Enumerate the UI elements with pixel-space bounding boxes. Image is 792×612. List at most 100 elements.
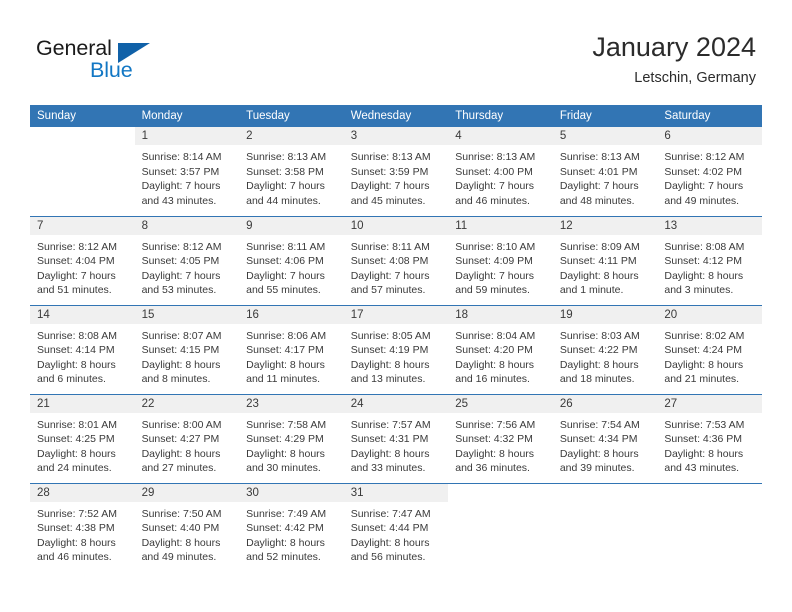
day-number: 22 xyxy=(134,394,240,413)
sunset-text: Sunset: 4:29 PM xyxy=(246,433,324,445)
daylight-text-line1: Daylight: 7 hours xyxy=(455,269,535,282)
sunset-text: Sunset: 4:20 PM xyxy=(455,344,533,356)
calendar-day-cell[interactable]: 27 Sunrise: 7:53 AM Sunset: 4:36 PM Dayligh… xyxy=(657,393,762,483)
daylight-text-line2: and 49 minutes. xyxy=(664,194,740,207)
day-number xyxy=(30,127,135,145)
sunset-text: Sunset: 3:59 PM xyxy=(350,165,429,178)
day-number: 7 xyxy=(30,216,135,235)
calendar-day-cell[interactable]: 31 Sunrise: 7:47 AM Sunset: 4:44 PM Dayligh… xyxy=(343,482,449,572)
day-number: 25 xyxy=(448,394,553,413)
calendar-day-cell[interactable]: 12 Sunrise: 8:09 AM Sunset: 4:11 PM Dayligh… xyxy=(552,215,658,305)
daylight-text-line1: Daylight: 7 hours xyxy=(141,180,221,192)
calendar-day-cell[interactable]: 30 Sunrise: 7:49 AM Sunset: 4:42 PM Dayligh… xyxy=(239,482,344,572)
calendar-day-cell[interactable]: 25 Sunrise: 7:56 AM Sunset: 4:32 PM Dayligh… xyxy=(448,393,553,483)
sunset-text: Sunset: 4:12 PM xyxy=(664,255,743,267)
day-sun-info: Sunrise: 8:11 AM Sunset: 4:08 PM Daylight:… xyxy=(344,235,449,298)
daylight-text-line2: and 55 minutes. xyxy=(246,284,321,296)
calendar-day-cell[interactable]: 2 Sunrise: 8:13 AM Sunset: 3:58 PM Daylight… xyxy=(239,127,344,216)
day-number: 29 xyxy=(134,483,240,502)
daylight-text-line1: Daylight: 8 hours xyxy=(455,447,535,460)
calendar-day-cell[interactable]: 3 Sunrise: 8:13 AM Sunset: 3:59 PM Daylight… xyxy=(343,127,449,216)
calendar-day-cell[interactable]: 21 Sunrise: 8:01 AM Sunset: 4:25 PM Dayligh… xyxy=(30,393,135,483)
calendar-header-row: Sunday Monday Tuesday Wednesday Thursday… xyxy=(30,105,762,127)
calendar-day-cell[interactable]: 19 Sunrise: 8:03 AM Sunset: 4:22 PM Dayligh… xyxy=(552,304,658,394)
day-sun-info: Sunrise: 7:52 AM Sunset: 4:38 PM Daylight:… xyxy=(30,502,135,565)
calendar-day-cell[interactable]: 9 Sunrise: 8:11 AM Sunset: 4:06 PM Daylight… xyxy=(239,215,344,305)
daylight-text-line2: and 43 minutes. xyxy=(141,194,217,207)
calendar-day-cell[interactable]: 7 Sunrise: 8:12 AM Sunset: 4:04 PM Daylight… xyxy=(30,215,135,305)
daylight-text-line2: and 52 minutes. xyxy=(246,551,321,563)
sunset-text: Sunset: 4:25 PM xyxy=(37,433,115,445)
sunrise-text: Sunrise: 8:12 AM xyxy=(37,240,117,253)
daylight-text-line2: and 33 minutes. xyxy=(350,462,426,474)
calendar-day-cell[interactable]: 20 Sunrise: 8:02 AM Sunset: 4:24 PM Dayligh… xyxy=(657,304,762,394)
daylight-text-line1: Daylight: 7 hours xyxy=(350,269,430,282)
day-sun-info: Sunrise: 8:13 AM Sunset: 3:59 PM Daylight:… xyxy=(344,145,449,208)
calendar-day-cell[interactable]: 23 Sunrise: 7:58 AM Sunset: 4:29 PM Dayligh… xyxy=(239,393,344,483)
day-number: 4 xyxy=(448,127,553,145)
daylight-text-line2: and 11 minutes. xyxy=(246,373,321,385)
daylight-text-line2: and 51 minutes. xyxy=(37,284,112,296)
weekday-header-tuesday: Tuesday xyxy=(239,105,344,127)
sunset-text: Sunset: 4:04 PM xyxy=(37,255,115,267)
sunrise-text: Sunrise: 8:06 AM xyxy=(246,329,327,342)
daylight-text-line2: and 49 minutes. xyxy=(141,551,217,563)
sunset-text: Sunset: 3:57 PM xyxy=(141,165,220,178)
daylight-text-line1: Daylight: 7 hours xyxy=(141,269,221,282)
day-sun-info: Sunrise: 7:54 AM Sunset: 4:34 PM Daylight:… xyxy=(553,413,658,476)
sunrise-text: Sunrise: 8:07 AM xyxy=(141,329,222,342)
calendar-day-cell[interactable]: 13 Sunrise: 8:08 AM Sunset: 4:12 PM Dayligh… xyxy=(657,215,762,305)
day-number: 14 xyxy=(30,305,135,324)
daylight-text-line1: Daylight: 8 hours xyxy=(455,358,535,371)
calendar-day-cell-empty xyxy=(448,482,553,572)
title-block: January 2024 Letschin, Germany xyxy=(592,30,756,88)
day-number: 21 xyxy=(30,394,135,413)
calendar-day-cell[interactable]: 14 Sunrise: 8:08 AM Sunset: 4:14 PM Dayligh… xyxy=(30,304,135,394)
calendar-day-cell[interactable]: 8 Sunrise: 8:12 AM Sunset: 4:05 PM Daylight… xyxy=(134,215,240,305)
daylight-text-line1: Daylight: 8 hours xyxy=(37,536,116,549)
general-blue-logo[interactable]: General Blue xyxy=(36,36,216,92)
daylight-text-line1: Daylight: 8 hours xyxy=(246,358,325,371)
calendar-day-cell-empty xyxy=(657,482,762,572)
sunrise-text: Sunrise: 8:12 AM xyxy=(141,240,222,253)
sunset-text: Sunset: 4:06 PM xyxy=(246,255,324,267)
calendar-day-cell[interactable]: 28 Sunrise: 7:52 AM Sunset: 4:38 PM Dayligh… xyxy=(30,482,135,572)
day-number: 18 xyxy=(448,305,553,324)
day-number xyxy=(657,483,762,502)
calendar-day-cell[interactable]: 17 Sunrise: 8:05 AM Sunset: 4:19 PM Dayligh… xyxy=(343,304,449,394)
calendar-day-cell[interactable]: 11 Sunrise: 8:10 AM Sunset: 4:09 PM Dayligh… xyxy=(448,215,553,305)
calendar-day-cell[interactable]: 4 Sunrise: 8:13 AM Sunset: 4:00 PM Daylight… xyxy=(448,127,553,216)
daylight-text-line2: and 39 minutes. xyxy=(559,462,635,474)
sunrise-text: Sunrise: 8:11 AM xyxy=(246,240,326,253)
day-sun-info: Sunrise: 8:10 AM Sunset: 4:09 PM Daylight:… xyxy=(448,235,553,298)
day-sun-info: Sunrise: 8:05 AM Sunset: 4:19 PM Daylight:… xyxy=(344,324,449,387)
sunrise-text: Sunrise: 8:08 AM xyxy=(664,240,745,253)
sunset-text: Sunset: 4:09 PM xyxy=(455,255,533,267)
calendar-day-cell[interactable]: 29 Sunrise: 7:50 AM Sunset: 4:40 PM Dayligh… xyxy=(134,482,240,572)
day-number: 10 xyxy=(343,216,449,235)
calendar-week-row: 21 Sunrise: 8:01 AM Sunset: 4:25 PM Dayligh… xyxy=(30,393,762,483)
daylight-text-line2: and 53 minutes. xyxy=(141,284,217,296)
calendar-day-cell[interactable]: 16 Sunrise: 8:06 AM Sunset: 4:17 PM Dayligh… xyxy=(239,304,344,394)
calendar-day-cell[interactable]: 22 Sunrise: 8:00 AM Sunset: 4:27 PM Dayligh… xyxy=(134,393,240,483)
day-number: 27 xyxy=(657,394,762,413)
calendar-day-cell[interactable]: 6 Sunrise: 8:12 AM Sunset: 4:02 PM Daylight… xyxy=(657,127,762,216)
day-sun-info: Sunrise: 8:12 AM Sunset: 4:04 PM Daylight:… xyxy=(30,235,135,298)
calendar-day-cell[interactable]: 15 Sunrise: 8:07 AM Sunset: 4:15 PM Dayligh… xyxy=(134,304,240,394)
day-sun-info: Sunrise: 8:12 AM Sunset: 4:05 PM Daylight:… xyxy=(135,235,240,298)
calendar-day-cell[interactable]: 26 Sunrise: 7:54 AM Sunset: 4:34 PM Dayligh… xyxy=(552,393,658,483)
calendar-day-cell[interactable]: 10 Sunrise: 8:11 AM Sunset: 4:08 PM Dayligh… xyxy=(343,215,449,305)
day-number: 12 xyxy=(552,216,658,235)
calendar-day-cell[interactable]: 5 Sunrise: 8:13 AM Sunset: 4:01 PM Daylight… xyxy=(552,127,658,216)
calendar-day-cell[interactable]: 18 Sunrise: 8:04 AM Sunset: 4:20 PM Dayligh… xyxy=(448,304,553,394)
sunrise-text: Sunrise: 8:00 AM xyxy=(141,418,222,431)
day-number: 24 xyxy=(343,394,449,413)
daylight-text-line2: and 6 minutes. xyxy=(37,373,106,385)
calendar-day-cell[interactable]: 1 Sunrise: 8:14 AM Sunset: 3:57 PM Daylight… xyxy=(134,127,240,216)
calendar-week-row: 14 Sunrise: 8:08 AM Sunset: 4:14 PM Dayligh… xyxy=(30,304,762,394)
sunset-text: Sunset: 4:34 PM xyxy=(559,433,638,445)
calendar-day-cell[interactable]: 24 Sunrise: 7:57 AM Sunset: 4:31 PM Dayligh… xyxy=(343,393,449,483)
daylight-text-line2: and 18 minutes. xyxy=(559,373,635,385)
calendar-grid: Sunday Monday Tuesday Wednesday Thursday… xyxy=(30,105,762,572)
day-number: 16 xyxy=(239,305,344,324)
